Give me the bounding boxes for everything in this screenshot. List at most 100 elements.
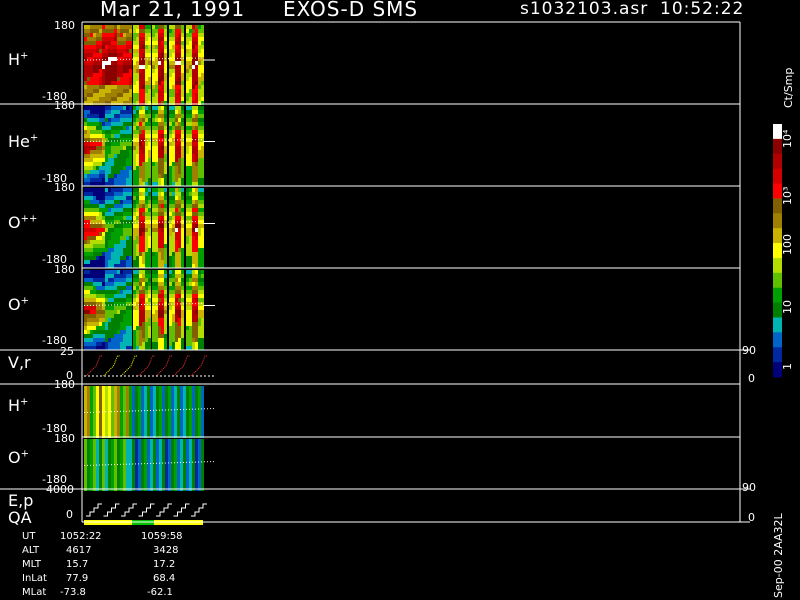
spectrogram-cell	[84, 260, 87, 264]
spectrogram-cell	[90, 342, 93, 346]
composition-cell	[138, 483, 141, 487]
spectrogram-cell	[133, 232, 136, 236]
spectrogram-cell	[139, 232, 142, 236]
spectrogram-cell	[90, 326, 93, 330]
spectrogram-cell	[148, 142, 151, 146]
composition-cell	[96, 406, 99, 410]
spectrogram-cell	[172, 85, 175, 89]
spectrogram-cell	[169, 110, 172, 114]
spectrogram-cell	[90, 252, 93, 256]
spectrogram-cell	[158, 256, 161, 260]
spectrogram-cell	[126, 33, 129, 37]
spectrogram-cell	[175, 228, 178, 232]
panel-label-comp-o-plus: O+	[8, 448, 29, 467]
spectrogram-cell	[139, 240, 142, 244]
spectrogram-cell	[99, 146, 102, 150]
spectrogram-cell	[169, 69, 172, 73]
spectrogram-cell	[189, 154, 192, 158]
composition-cell	[189, 451, 192, 455]
spectrogram-cell	[111, 192, 114, 196]
spectrogram-cell	[201, 89, 204, 93]
spectrogram-cell	[87, 126, 90, 130]
spectrogram-cell	[93, 142, 96, 146]
spectrogram-cell	[172, 69, 175, 73]
composition-cell	[198, 447, 201, 451]
spectrogram-cell	[102, 154, 105, 158]
spectrogram-cell	[111, 208, 114, 212]
spectrogram-cell	[139, 130, 142, 134]
composition-cell	[153, 414, 156, 418]
spectrogram-cell	[136, 138, 139, 142]
spectrogram-cell	[181, 256, 184, 260]
spectrogram-cell	[133, 170, 136, 174]
spectrogram-cell	[96, 85, 99, 89]
spectrogram-cell	[133, 25, 136, 29]
spectrogram-cell	[142, 294, 145, 298]
spectrogram-cell	[90, 256, 93, 260]
spectrogram-cell	[186, 89, 189, 93]
spectrogram-cell	[178, 192, 181, 196]
spectrogram-cell	[201, 182, 204, 186]
composition-cell	[186, 475, 189, 479]
spectrogram-cell	[155, 166, 158, 170]
spectrogram-cell	[136, 330, 139, 334]
spectrogram-cell	[105, 228, 108, 232]
composition-cell	[120, 443, 123, 447]
spectrogram-cell	[178, 200, 181, 204]
spectrogram-cell	[142, 232, 145, 236]
composition-cell	[150, 447, 153, 451]
composition-cell	[93, 451, 96, 455]
spectrogram-cell	[108, 37, 111, 41]
composition-cell	[108, 467, 111, 471]
spectrogram-cell	[87, 294, 90, 298]
spectrogram-cell	[123, 306, 126, 310]
spectrogram-cell	[93, 192, 96, 196]
spectrogram-cell	[105, 286, 108, 290]
spectrogram-cell	[108, 192, 111, 196]
spectrogram-cell	[148, 204, 151, 208]
spectrogram-cell	[195, 314, 198, 318]
spectrogram-cell	[198, 154, 201, 158]
spectrogram-cell	[201, 228, 204, 232]
spectrogram-cell	[158, 204, 161, 208]
spectrogram-cell	[129, 294, 132, 298]
composition-cell	[165, 479, 168, 483]
spectrogram-cell	[172, 334, 175, 338]
composition-cell	[183, 390, 186, 394]
spectrogram-cell	[126, 178, 129, 182]
spectrogram-cell	[155, 204, 158, 208]
spectrogram-cell	[152, 118, 155, 122]
composition-cell	[165, 455, 168, 459]
composition-cell	[84, 451, 87, 455]
spectrogram-cell	[84, 204, 87, 208]
spectrogram-cell	[133, 256, 136, 260]
spectrogram-cell	[114, 93, 117, 97]
spectrogram-cell	[105, 274, 108, 278]
spectrogram-cell	[201, 244, 204, 248]
spectrogram-cell	[90, 77, 93, 81]
composition-cell	[141, 479, 144, 483]
composition-cell	[201, 386, 204, 390]
colorbar-swatch	[773, 272, 782, 289]
spectrogram-cell	[201, 282, 204, 286]
spectrogram-cell	[105, 326, 108, 330]
spectrogram-cell	[169, 346, 172, 350]
spectrogram-cell	[123, 260, 126, 264]
composition-cell	[192, 439, 195, 443]
info-mlt-start: 15.7	[66, 559, 89, 570]
spectrogram-cell	[175, 69, 178, 73]
spectrogram-cell	[152, 77, 155, 81]
spectrogram-cell	[117, 146, 120, 150]
spectrogram-cell	[139, 89, 142, 93]
spectrogram-cell	[142, 77, 145, 81]
spectrogram-cell	[189, 274, 192, 278]
spectrogram-cell	[129, 346, 132, 350]
composition-cell	[117, 410, 120, 414]
spectrogram-cell	[169, 342, 172, 346]
spectrogram-cell	[189, 93, 192, 97]
spectrogram-cell	[117, 326, 120, 330]
spectrogram-cell	[148, 216, 151, 220]
composition-cell	[90, 479, 93, 483]
spectrogram-cell	[139, 162, 142, 166]
spectrogram-cell	[198, 200, 201, 204]
